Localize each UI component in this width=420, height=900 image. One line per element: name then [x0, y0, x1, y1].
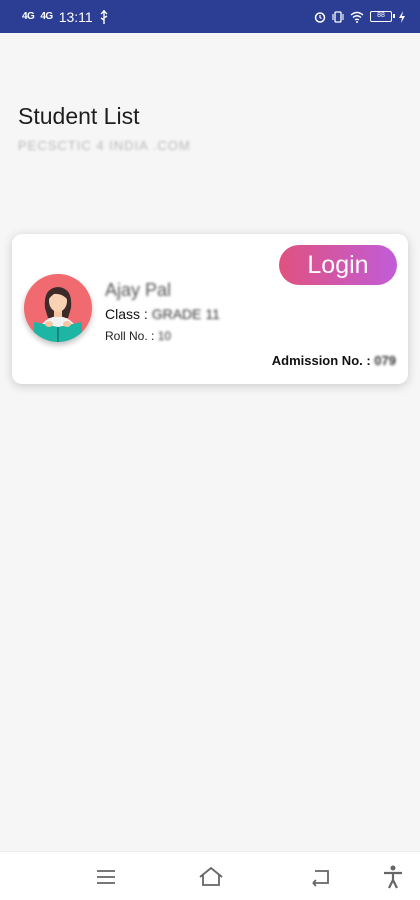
- status-right: 88: [314, 10, 406, 23]
- charging-icon: [399, 10, 405, 23]
- class-label: Class :: [105, 306, 152, 322]
- menu-icon[interactable]: [93, 864, 119, 890]
- home-icon[interactable]: [198, 864, 224, 890]
- student-card[interactable]: Login Ajay Pal Class : GRADE 11 Roll No.…: [12, 234, 408, 384]
- class-value: GRADE 11: [151, 306, 220, 322]
- admission-row: Admission No. : 079: [272, 353, 396, 368]
- signal-1-icon: 4G: [22, 11, 35, 22]
- roll-label: Roll No. :: [105, 329, 158, 343]
- status-left: 4G 4G 13:11: [22, 9, 109, 25]
- page-subtitle: PECSCTIC 4 INDIA .COM: [18, 138, 191, 153]
- student-name: Ajay Pal: [105, 280, 172, 300]
- admission-value: 079: [374, 353, 396, 368]
- signal-2-icon: 4G: [40, 11, 53, 22]
- alarm-icon: [314, 11, 326, 23]
- wifi-icon: [350, 11, 364, 23]
- back-icon[interactable]: [307, 864, 333, 890]
- page-title: Student List: [18, 103, 140, 129]
- login-button[interactable]: Login: [279, 245, 397, 285]
- roll-value: 10: [157, 329, 172, 343]
- student-reading-avatar-icon: [24, 274, 92, 342]
- navigation-bar: [0, 851, 420, 900]
- battery-icon: 88: [370, 11, 395, 22]
- usb-icon: [100, 9, 108, 24]
- page-header: Student List PECSCTIC 4 INDIA .COM: [18, 103, 191, 153]
- admission-label: Admission No. :: [271, 353, 375, 368]
- status-time: 13:11: [58, 8, 93, 25]
- vibrate-icon: [332, 10, 344, 23]
- roll-row: Roll No. : 10: [105, 329, 171, 343]
- status-bar: 4G 4G 13:11 88: [0, 0, 420, 33]
- class-row: Class : GRADE 11: [105, 306, 220, 322]
- accessibility-icon[interactable]: [380, 864, 406, 890]
